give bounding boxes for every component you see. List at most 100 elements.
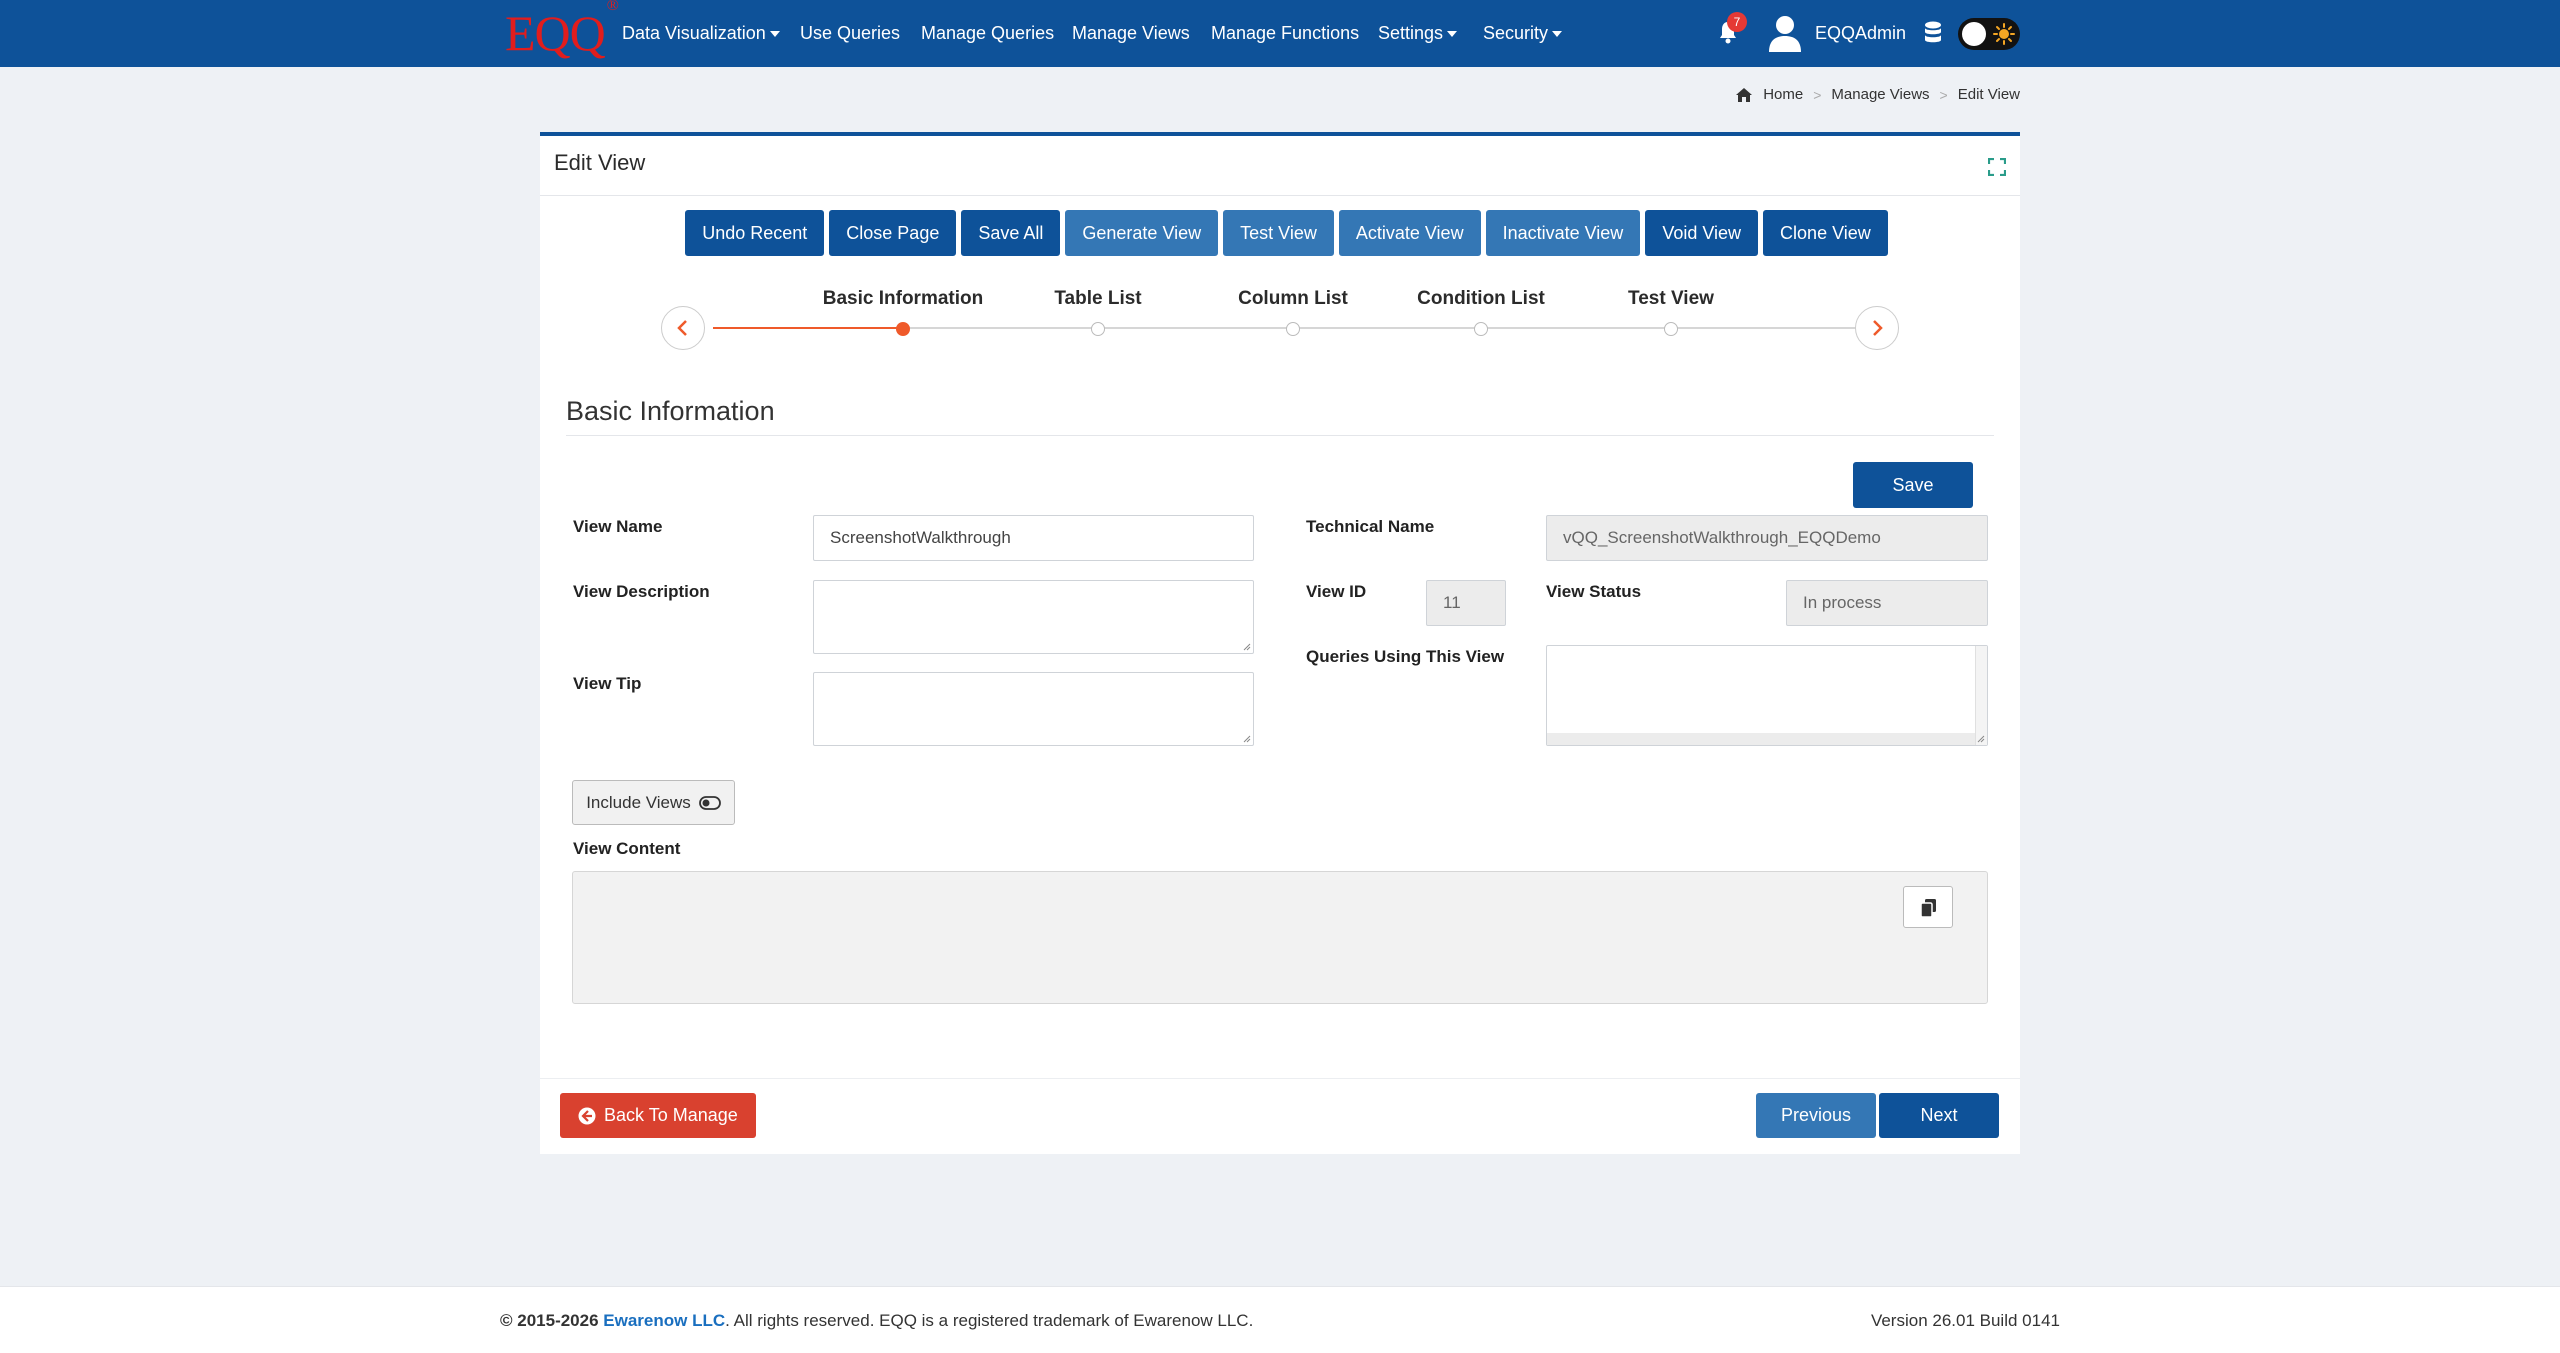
back-to-manage-button[interactable]: Back To Manage: [560, 1093, 756, 1138]
nav-data-visualization[interactable]: Data Visualization: [622, 0, 780, 67]
vertical-scrollbar[interactable]: [1975, 646, 1987, 745]
breadcrumb-separator: >: [1813, 86, 1822, 103]
view-tip-textarea[interactable]: [813, 672, 1254, 746]
breadcrumb-manage-views[interactable]: Manage Views: [1831, 86, 1929, 103]
save-all-button[interactable]: Save All: [961, 210, 1061, 256]
breadcrumb-home[interactable]: Home: [1763, 86, 1803, 103]
step-dot: [1664, 322, 1678, 336]
sun-icon: [1993, 23, 2015, 45]
card-header: Edit View: [540, 136, 2020, 196]
step-label: Column List: [1238, 288, 1348, 309]
view-content-label: View Content: [573, 839, 681, 858]
resize-grip-icon[interactable]: [1243, 735, 1251, 743]
technical-name-label: Technical Name: [1306, 517, 1435, 536]
view-name-input[interactable]: ScreenshotWalkthrough: [813, 515, 1254, 561]
copy-button[interactable]: [1903, 886, 1953, 928]
step-dot: [1091, 322, 1105, 336]
view-id-value: 11: [1443, 593, 1461, 612]
breadcrumb-current: Edit View: [1957, 86, 2020, 103]
horizontal-scrollbar[interactable]: [1547, 733, 1987, 745]
include-views-label: Include Views: [586, 792, 691, 812]
step-test-view[interactable]: Test View: [1571, 284, 1771, 336]
wizard-stepper: Basic Information Table List Column List…: [540, 284, 2020, 364]
copy-icon: [1920, 899, 1936, 918]
technical-name-value: vQQ_ScreenshotWalkthrough_EQQDemo: [1563, 528, 1881, 547]
arrow-circle-left-icon: [578, 1107, 596, 1124]
step-basic-information[interactable]: Basic Information: [803, 284, 1003, 336]
action-toolbar: Undo Recent Close Page Save All Generate…: [540, 210, 2020, 256]
resize-grip-icon[interactable]: [1243, 643, 1251, 651]
view-name-label: View Name: [573, 517, 663, 536]
database-icon[interactable]: [1924, 21, 1942, 45]
nav-manage-views[interactable]: Manage Views: [1072, 0, 1190, 67]
notification-badge: 7: [1727, 12, 1747, 32]
caret-down-icon: [1552, 31, 1563, 38]
save-button[interactable]: Save: [1853, 462, 1973, 508]
nav-manage-queries[interactable]: Manage Queries: [921, 0, 1054, 67]
breadcrumb: Home > Manage Views > Edit View: [1735, 86, 2020, 103]
caret-down-icon: [769, 31, 780, 38]
section-title: Basic Information: [566, 396, 775, 426]
theme-toggle[interactable]: [1958, 18, 2020, 50]
view-status-input[interactable]: In process: [1786, 580, 1988, 626]
test-view-button[interactable]: Test View: [1223, 210, 1334, 256]
toggle-off-icon: [698, 795, 721, 810]
step-condition-list[interactable]: Condition List: [1381, 284, 1581, 336]
toggle-knob: [1962, 22, 1986, 46]
nav-manage-functions[interactable]: Manage Functions: [1211, 0, 1359, 67]
section-divider: [566, 435, 1994, 436]
expand-icon[interactable]: [1988, 158, 2006, 176]
home-icon: [1736, 87, 1753, 102]
user-avatar-icon[interactable]: [1768, 14, 1802, 52]
technical-name-input[interactable]: vQQ_ScreenshotWalkthrough_EQQDemo: [1546, 515, 1988, 561]
version-info: Version 26.01 Build 0141: [1870, 1311, 2060, 1330]
next-button[interactable]: Next: [1879, 1093, 1999, 1138]
nav-security[interactable]: Security: [1483, 0, 1563, 67]
view-content-area[interactable]: [572, 871, 1988, 1004]
resize-grip-icon[interactable]: [1977, 735, 1985, 743]
void-view-button[interactable]: Void View: [1645, 210, 1759, 256]
view-status-label: View Status: [1546, 582, 1642, 601]
activate-view-button[interactable]: Activate View: [1338, 210, 1481, 256]
include-views-button[interactable]: Include Views: [572, 780, 735, 825]
queries-using-view-label: Queries Using This View: [1306, 647, 1505, 666]
generate-view-button[interactable]: Generate View: [1065, 210, 1219, 256]
view-id-input[interactable]: 11: [1426, 580, 1506, 626]
caret-down-icon: [1447, 31, 1458, 38]
eqq-logo[interactable]: EQQ ®: [505, 0, 619, 62]
nav-settings[interactable]: Settings: [1378, 0, 1458, 67]
card-footer-divider: [540, 1078, 2020, 1079]
view-tip-label: View Tip: [573, 674, 642, 693]
queries-using-view-textarea[interactable]: [1546, 645, 1988, 746]
breadcrumb-separator: >: [1939, 86, 1948, 103]
stepper-prev-arrow[interactable]: [661, 306, 705, 350]
clone-view-button[interactable]: Clone View: [1763, 210, 1888, 256]
chevron-left-icon: [677, 320, 687, 336]
view-description-label: View Description: [573, 582, 710, 601]
undo-recent-button[interactable]: Undo Recent: [685, 210, 825, 256]
step-column-list[interactable]: Column List: [1193, 284, 1393, 336]
step-dot: [896, 322, 910, 336]
view-description-textarea[interactable]: [813, 580, 1254, 654]
view-name-value: ScreenshotWalkthrough: [830, 528, 1011, 547]
close-page-button[interactable]: Close Page: [829, 210, 957, 256]
view-id-label: View ID: [1306, 582, 1367, 601]
copyright-years: © 2015-2026: [500, 1311, 599, 1330]
inactivate-view-button[interactable]: Inactivate View: [1485, 210, 1641, 256]
view-status-value: In process: [1803, 593, 1882, 612]
step-label: Test View: [1628, 288, 1714, 309]
company-link[interactable]: Ewarenow LLC: [603, 1311, 725, 1330]
copyright-rest: . All rights reserved. EQQ is a register…: [725, 1311, 1254, 1330]
previous-button[interactable]: Previous: [1756, 1093, 1876, 1138]
card-title: Edit View: [554, 150, 646, 175]
username[interactable]: EQQAdmin: [1815, 0, 1906, 67]
step-table-list[interactable]: Table List: [998, 284, 1198, 336]
stepper-next-arrow[interactable]: [1855, 306, 1899, 350]
stepper-progress: [713, 327, 903, 329]
nav-use-queries[interactable]: Use Queries: [800, 0, 900, 67]
chevron-right-icon: [1873, 320, 1883, 336]
page-footer: © 2015-2026 Ewarenow LLC. All rights res…: [0, 1286, 2560, 1353]
top-navbar: EQQ ® Data Visualization Use Queries Mana…: [0, 0, 2560, 67]
step-label: Condition List: [1417, 288, 1545, 309]
copyright-text: © 2015-2026 Ewarenow LLC. All rights res…: [500, 1311, 1253, 1331]
